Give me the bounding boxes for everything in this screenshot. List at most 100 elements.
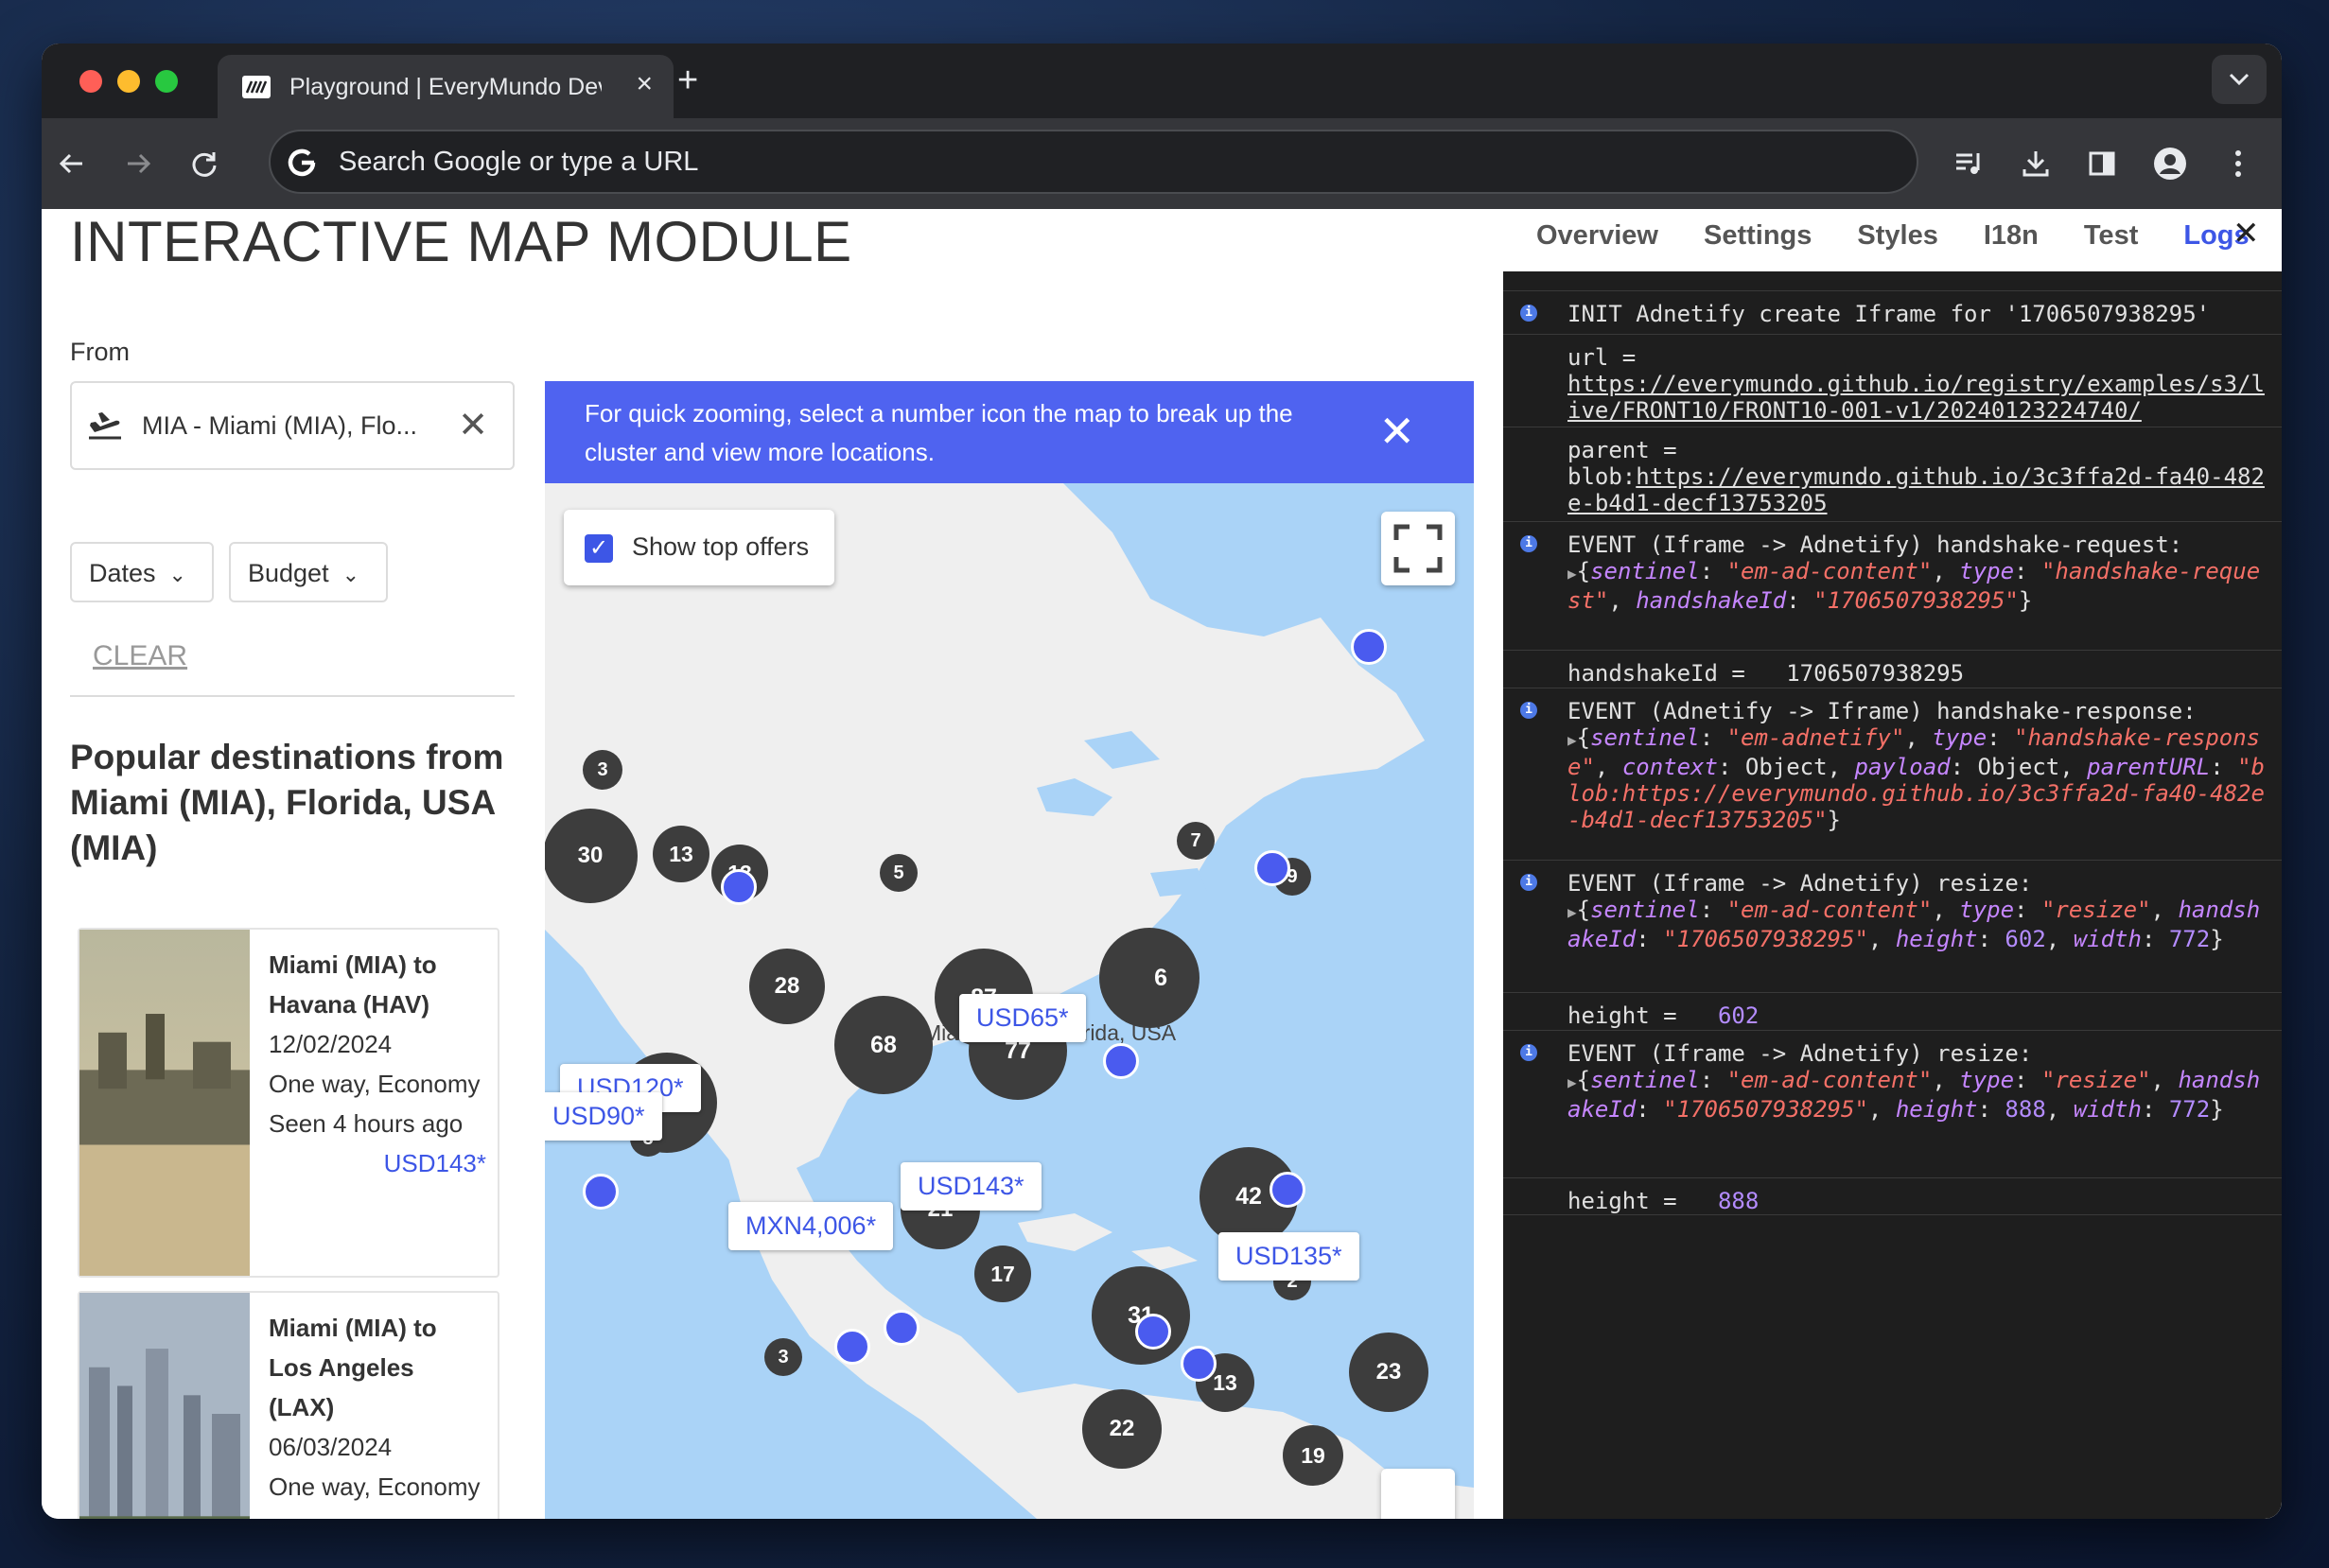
card-route: Miami (MIA) to Los Angeles (LAX) <box>269 1314 437 1421</box>
map-destination-marker[interactable] <box>583 1174 619 1210</box>
map-destination-marker[interactable] <box>1270 1172 1305 1208</box>
zoom-tip-banner: For quick zooming, select a number icon … <box>545 381 1474 483</box>
expand-triangle-icon[interactable]: ▶ <box>1567 1073 1577 1091</box>
price-tag[interactable]: MXN4,006* <box>728 1202 894 1250</box>
tab-settings[interactable]: Settings <box>1704 220 1812 268</box>
popular-destinations-title: Popular destinations from Miami (MIA), F… <box>70 738 504 867</box>
clear-origin-icon[interactable]: ✕ <box>458 404 488 446</box>
forward-button[interactable] <box>117 143 159 184</box>
logs-panel: i INIT Adnetify create Iframe for '17065… <box>1503 271 2282 1519</box>
map-cluster[interactable]: 6 <box>1099 928 1200 1028</box>
reading-list-button[interactable] <box>1949 143 1990 184</box>
browser-menu-button[interactable] <box>2217 143 2259 184</box>
interactive-map[interactable]: For quick zooming, select a number icon … <box>545 381 1474 1519</box>
map-destination-marker[interactable] <box>1351 629 1387 665</box>
avatar-icon <box>2154 148 2186 180</box>
info-icon: i <box>1520 874 1537 891</box>
budget-dropdown[interactable]: Budget ⌄ <box>229 542 388 602</box>
close-banner-icon[interactable]: ✕ <box>1378 406 1415 457</box>
reload-icon <box>192 152 217 177</box>
log-entry[interactable]: i EVENT (Iframe -> Adnetify) handshake-r… <box>1503 521 2282 636</box>
info-icon: i <box>1520 535 1537 552</box>
close-panel-icon[interactable]: ✕ <box>2233 215 2260 253</box>
browser-window: Playground | EveryMundo Dev × + Search G… <box>42 44 2282 1519</box>
map-cluster[interactable]: 31 <box>1092 1266 1190 1365</box>
address-input[interactable] <box>339 141 1852 183</box>
log-entry[interactable]: i EVENT (Iframe -> Adnetify) resize: ▶{s… <box>1503 1030 2282 1149</box>
map-destination-marker[interactable] <box>1254 850 1290 886</box>
tab-overview[interactable]: Overview <box>1536 220 1658 268</box>
tab-i18n[interactable]: I18n <box>1984 220 2039 268</box>
card-fare-type: One way, Economy <box>269 1070 481 1098</box>
tab-bar: Playground | EveryMundo Dev × + <box>42 44 2282 118</box>
expand-triangle-icon[interactable]: ▶ <box>1567 731 1577 749</box>
show-top-offers-toggle[interactable]: ✓ Show top offers <box>564 510 834 585</box>
los-angeles-photo <box>79 1293 250 1519</box>
maximize-window-button[interactable] <box>155 70 178 93</box>
price-tag[interactable]: USD90* <box>545 1092 662 1141</box>
map-cluster[interactable]: 22 <box>1082 1389 1162 1469</box>
card-price[interactable]: USD143* <box>269 1143 486 1183</box>
from-value: MIA - Miami (MIA), Flo... <box>142 411 418 440</box>
fullscreen-button[interactable] <box>1381 512 1455 585</box>
log-entry[interactable]: i EVENT (Iframe -> Adnetify) resize: ▶{s… <box>1503 860 2282 979</box>
log-entry[interactable]: i EVENT (Adnetify -> Iframe) handshake-r… <box>1503 688 2282 860</box>
map-cluster[interactable]: 28 <box>749 949 825 1024</box>
back-button[interactable] <box>51 143 93 184</box>
chevron-down-icon: ⌄ <box>168 563 186 586</box>
log-text: EVENT (Iframe -> Adnetify) handshake-req… <box>1567 531 2183 558</box>
log-entry: i INIT Adnetify create Iframe for '17065… <box>1503 290 2282 334</box>
map-cluster[interactable]: 3 <box>583 750 622 790</box>
tab-test[interactable]: Test <box>2084 220 2138 268</box>
expand-triangle-icon[interactable]: ▶ <box>1567 565 1577 583</box>
side-panel-button[interactable] <box>2081 143 2123 184</box>
log-label: parent = <box>1567 437 1677 463</box>
log-link[interactable]: https://everymundo.github.io/registry/ex… <box>1567 371 2265 424</box>
dates-label: Dates <box>89 559 156 587</box>
map-cluster[interactable]: 7 <box>1177 822 1215 860</box>
map-destination-marker[interactable] <box>1103 1043 1139 1079</box>
queue-music-icon <box>1956 153 1980 174</box>
tab-search-button[interactable] <box>2212 55 2267 104</box>
budget-label: Budget <box>248 559 329 587</box>
price-tag[interactable]: USD143* <box>901 1162 1042 1211</box>
map-cluster[interactable]: 5 <box>880 854 918 892</box>
dates-dropdown[interactable]: Dates ⌄ <box>70 542 214 602</box>
new-tab-button[interactable]: + <box>677 61 698 101</box>
from-label: From <box>70 338 130 366</box>
log-label: url = <box>1567 344 1637 371</box>
map-cluster[interactable]: 3 <box>764 1338 802 1376</box>
map-cluster[interactable]: 19 <box>1283 1425 1343 1486</box>
map-destination-marker[interactable] <box>721 869 757 905</box>
from-field[interactable]: MIA - Miami (MIA), Flo... ✕ <box>70 381 515 470</box>
map-cluster[interactable]: 17 <box>974 1246 1031 1302</box>
price-tag[interactable]: USD135* <box>1218 1232 1359 1281</box>
card-date: 06/03/2024 <box>269 1433 393 1461</box>
tab-styles[interactable]: Styles <box>1857 220 1937 268</box>
map-destination-marker[interactable] <box>884 1310 919 1346</box>
downloads-button[interactable] <box>2015 143 2057 184</box>
map-destination-marker[interactable] <box>1135 1314 1171 1350</box>
close-window-button[interactable] <box>79 70 102 93</box>
destination-card[interactable]: Miami (MIA) to Havana (HAV) 12/02/2024 O… <box>78 928 499 1278</box>
map-destination-marker[interactable] <box>1181 1346 1217 1382</box>
checkbox-checked-icon[interactable]: ✓ <box>585 534 613 563</box>
address-bar[interactable] <box>269 130 1918 194</box>
airplane-icon <box>89 412 121 440</box>
close-tab-icon[interactable]: × <box>636 68 653 100</box>
map-cluster[interactable]: 23 <box>1349 1333 1428 1412</box>
map-destination-marker[interactable] <box>834 1329 870 1365</box>
minimize-window-button[interactable] <box>117 70 140 93</box>
profile-button[interactable] <box>2149 143 2191 184</box>
browser-tab[interactable]: Playground | EveryMundo Dev × <box>218 55 674 118</box>
destination-card[interactable]: Miami (MIA) to Los Angeles (LAX) 06/03/2… <box>78 1291 499 1519</box>
reload-button[interactable] <box>184 143 225 184</box>
clear-filters-link[interactable]: CLEAR <box>93 640 187 672</box>
log-link[interactable]: https://everymundo.github.io/3c3ffa2d-fa… <box>1567 463 2265 516</box>
map-cluster[interactable]: 68 <box>834 996 933 1094</box>
map-cluster[interactable]: 30 <box>545 809 638 903</box>
map-cluster[interactable]: 13 <box>653 826 709 882</box>
price-tag[interactable]: USD65* <box>959 994 1086 1042</box>
expand-triangle-icon[interactable]: ▶ <box>1567 903 1577 921</box>
fullscreen-button[interactable] <box>1381 1469 1455 1519</box>
